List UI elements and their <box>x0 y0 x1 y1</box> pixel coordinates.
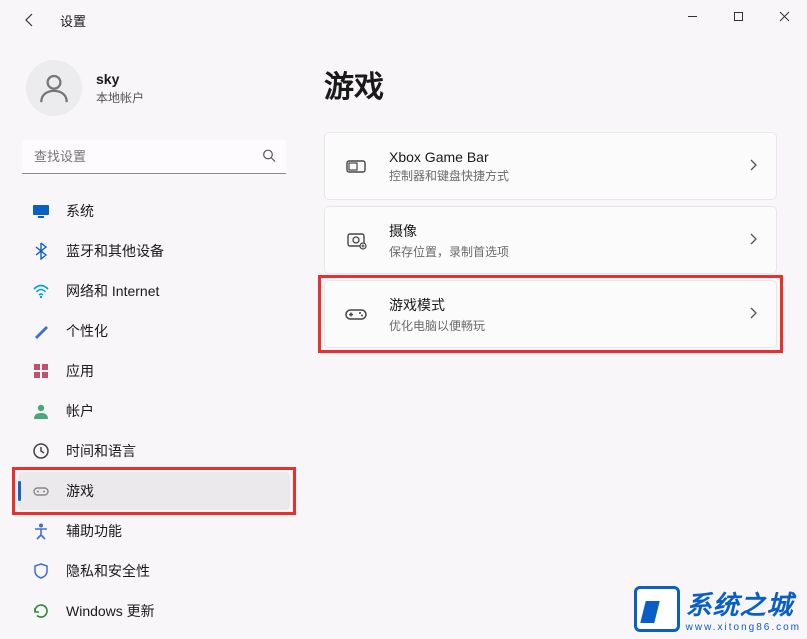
titlebar: 设置 <box>0 0 807 40</box>
avatar <box>26 60 82 116</box>
nav-list: 系统蓝牙和其他设备网络和 Internet 个性化应用帐户时间和语言游戏辅助功能隐… <box>18 192 290 630</box>
sidebar-item-label: 游戏 <box>66 481 276 501</box>
watermark-title: 系统之城 <box>686 585 801 622</box>
sidebar-item-label: 辅助功能 <box>66 521 276 541</box>
profile-section[interactable]: sky 本地帐户 <box>18 40 290 140</box>
sidebar-item-accounts[interactable]: 帐户 <box>18 392 290 430</box>
card-subtitle: 优化电脑以便畅玩 <box>389 317 728 334</box>
minimize-button[interactable] <box>669 0 715 32</box>
sidebar-item-accessibility[interactable]: 辅助功能 <box>18 512 290 550</box>
sidebar-item-privacy[interactable]: 隐私和安全性 <box>18 552 290 590</box>
person-icon <box>32 402 50 420</box>
sidebar-item-personalization[interactable]: 个性化 <box>18 312 290 350</box>
sidebar-item-label: 系统 <box>66 201 276 221</box>
sidebar-item-update[interactable]: Windows 更新 <box>18 592 290 630</box>
accessibility-icon <box>32 522 50 540</box>
card-subtitle: 保存位置，录制首选项 <box>389 243 728 260</box>
sidebar-item-time[interactable]: 时间和语言 <box>18 432 290 470</box>
profile-type: 本地帐户 <box>96 89 144 106</box>
card-title: 摄像 <box>389 221 728 241</box>
brush-icon <box>32 322 50 340</box>
back-button[interactable] <box>20 10 40 30</box>
card-subtitle: 控制器和键盘快捷方式 <box>389 167 728 184</box>
clock-icon <box>32 442 50 460</box>
sidebar-item-label: 应用 <box>66 361 276 381</box>
settings-card-gamemode[interactable]: 游戏模式 优化电脑以便畅玩 <box>324 280 777 348</box>
chevron-right-icon <box>748 158 758 175</box>
monitor-icon <box>32 202 50 220</box>
sidebar-item-label: 时间和语言 <box>66 441 276 461</box>
sidebar-item-apps[interactable]: 应用 <box>18 352 290 390</box>
shield-icon <box>32 562 50 580</box>
sidebar-item-label: 个性化 <box>66 321 276 341</box>
close-button[interactable] <box>761 0 807 32</box>
profile-name: sky <box>96 71 144 87</box>
sidebar-item-label: 帐户 <box>66 401 276 421</box>
sidebar: sky 本地帐户 系统蓝牙和其他设备网络和 Internet 个性化应用帐户时间和… <box>0 40 300 639</box>
wifi-icon <box>32 282 50 300</box>
sidebar-item-label: 网络和 Internet <box>66 281 276 301</box>
sidebar-item-gaming[interactable]: 游戏 <box>18 472 290 510</box>
sidebar-item-label: 蓝牙和其他设备 <box>66 241 276 261</box>
main-content: 游戏 Xbox Game Bar 控制器和键盘快捷方式 摄像 保存位置，录制首选… <box>300 40 807 639</box>
xbox-icon <box>343 153 369 179</box>
capture-icon <box>343 227 369 253</box>
card-title: 游戏模式 <box>389 295 728 315</box>
sidebar-item-label: Windows 更新 <box>66 601 276 621</box>
window-controls <box>669 0 807 32</box>
maximize-button[interactable] <box>715 0 761 32</box>
watermark-url: www.xitong86.com <box>686 622 801 633</box>
sidebar-item-label: 隐私和安全性 <box>66 561 276 581</box>
apps-icon <box>32 362 50 380</box>
chevron-right-icon <box>748 306 758 323</box>
watermark: 系统之城 www.xitong86.com <box>634 585 801 633</box>
watermark-logo-icon <box>634 586 680 632</box>
search-input[interactable] <box>22 140 286 174</box>
search-box[interactable] <box>22 140 286 174</box>
sidebar-item-network[interactable]: 网络和 Internet <box>18 272 290 310</box>
sidebar-item-bluetooth[interactable]: 蓝牙和其他设备 <box>18 232 290 270</box>
gamemode-icon <box>343 301 369 327</box>
update-icon <box>32 602 50 620</box>
gamepad-icon <box>32 482 50 500</box>
settings-card-capture[interactable]: 摄像 保存位置，录制首选项 <box>324 206 777 274</box>
window-title: 设置 <box>60 11 86 30</box>
sidebar-item-system[interactable]: 系统 <box>18 192 290 230</box>
card-title: Xbox Game Bar <box>389 149 728 165</box>
settings-card-xbox[interactable]: Xbox Game Bar 控制器和键盘快捷方式 <box>324 132 777 200</box>
page-title: 游戏 <box>324 62 777 106</box>
search-icon <box>262 149 276 166</box>
chevron-right-icon <box>748 232 758 249</box>
bluetooth-icon <box>32 242 50 260</box>
